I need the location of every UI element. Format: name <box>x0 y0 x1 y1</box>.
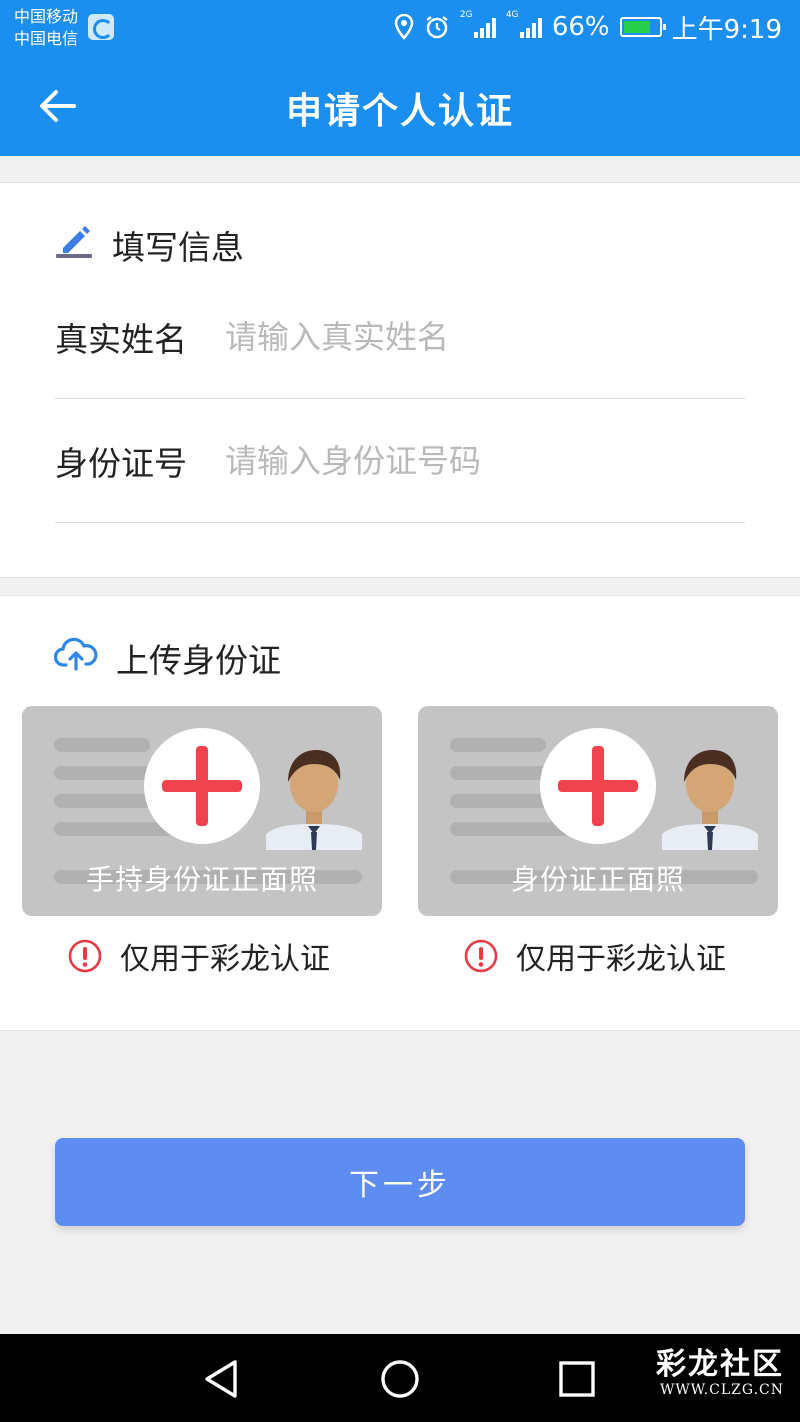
top-bar: 中国移动 中国电信 2G 4G 66% 上午9:19 申请个人认证 <box>0 0 800 156</box>
carrier-1: 中国移动 <box>14 7 79 26</box>
watermark-title: 彩龙社区 <box>656 1347 784 1382</box>
upload-card-caption: 身份证正面照 <box>510 863 685 896</box>
placeholder-line <box>54 822 174 836</box>
pencil-icon <box>54 221 94 269</box>
square-recent-icon <box>559 1361 595 1397</box>
alarm-icon <box>424 14 450 40</box>
network-1-label: 2G <box>459 10 473 20</box>
real-name-label: 真实姓名 <box>55 319 187 359</box>
upload-section-header: 上传身份证 <box>53 634 281 682</box>
info-section-header: 填写信息 <box>54 221 244 269</box>
placeholder-line <box>450 822 570 836</box>
circle-home-icon <box>381 1360 419 1398</box>
person-avatar-icon <box>662 750 758 850</box>
upload-id-front[interactable]: 身份证正面照 <box>418 706 778 916</box>
id-number-field: 身份证号 <box>55 399 745 523</box>
battery-icon <box>619 17 666 37</box>
real-name-input[interactable] <box>225 317 745 356</box>
warning-icon <box>464 939 498 973</box>
person-avatar-icon <box>266 750 362 850</box>
placeholder-line <box>450 738 546 752</box>
page-title: 申请个人认证 <box>285 91 514 132</box>
signal-2-icon: 4G <box>506 10 542 38</box>
upload-card-caption: 手持身份证正面照 <box>85 863 318 896</box>
next-step-button[interactable]: 下一步 <box>55 1138 745 1226</box>
upload-card: 上传身份证 手持身份证正面照 身份证正面照 仅用于彩龙认证 仅用于彩龙认证 <box>0 595 800 1031</box>
location-icon <box>394 14 414 40</box>
cloud-upload-icon <box>53 637 98 679</box>
status-indicators: 2G 4G 66% 上午9:19 <box>394 10 782 45</box>
carrier-names: 中国移动 中国电信 <box>14 6 78 50</box>
signal-1-icon: 2G <box>460 10 496 38</box>
nav-back-button[interactable] <box>196 1354 246 1404</box>
id-number-input[interactable] <box>225 441 745 480</box>
usage-notice-text: 仅用于彩龙认证 <box>516 942 726 977</box>
status-bar: 中国移动 中国电信 2G 4G 66% 上午9:19 <box>0 0 800 56</box>
carrier-app-icon <box>88 14 114 40</box>
upload-handheld-id-front[interactable]: 手持身份证正面照 <box>22 706 382 916</box>
triangle-back-icon <box>205 1360 237 1398</box>
watermark-url: WWW.CLZG.CN <box>659 1382 784 1398</box>
real-name-field: 真实姓名 <box>55 275 745 399</box>
clock: 上午9:19 <box>671 14 782 45</box>
system-nav-bar: 彩龙社区 WWW.CLZG.CN <box>0 1334 800 1422</box>
network-2-label: 4G <box>505 10 519 20</box>
watermark: 彩龙社区 WWW.CLZG.CN <box>656 1347 784 1399</box>
carrier-2: 中国电信 <box>14 29 79 48</box>
usage-notice: 仅用于彩龙认证 <box>68 934 330 978</box>
nav-home-button[interactable] <box>375 1354 425 1404</box>
app-bar: 申请个人认证 <box>0 56 800 156</box>
upload-section-title: 上传身份证 <box>116 641 281 680</box>
info-section-title: 填写信息 <box>112 228 244 267</box>
placeholder-line <box>54 738 150 752</box>
usage-notice: 仅用于彩龙认证 <box>464 934 726 978</box>
warning-icon <box>68 939 102 973</box>
battery-percent: 66% <box>551 12 610 42</box>
usage-notice-text: 仅用于彩龙认证 <box>120 942 330 977</box>
id-number-label: 身份证号 <box>55 443 187 483</box>
info-card: 填写信息 真实姓名 身份证号 <box>0 182 800 578</box>
nav-recent-button[interactable] <box>552 1354 602 1404</box>
plus-icon <box>540 728 656 844</box>
plus-icon <box>144 728 260 844</box>
